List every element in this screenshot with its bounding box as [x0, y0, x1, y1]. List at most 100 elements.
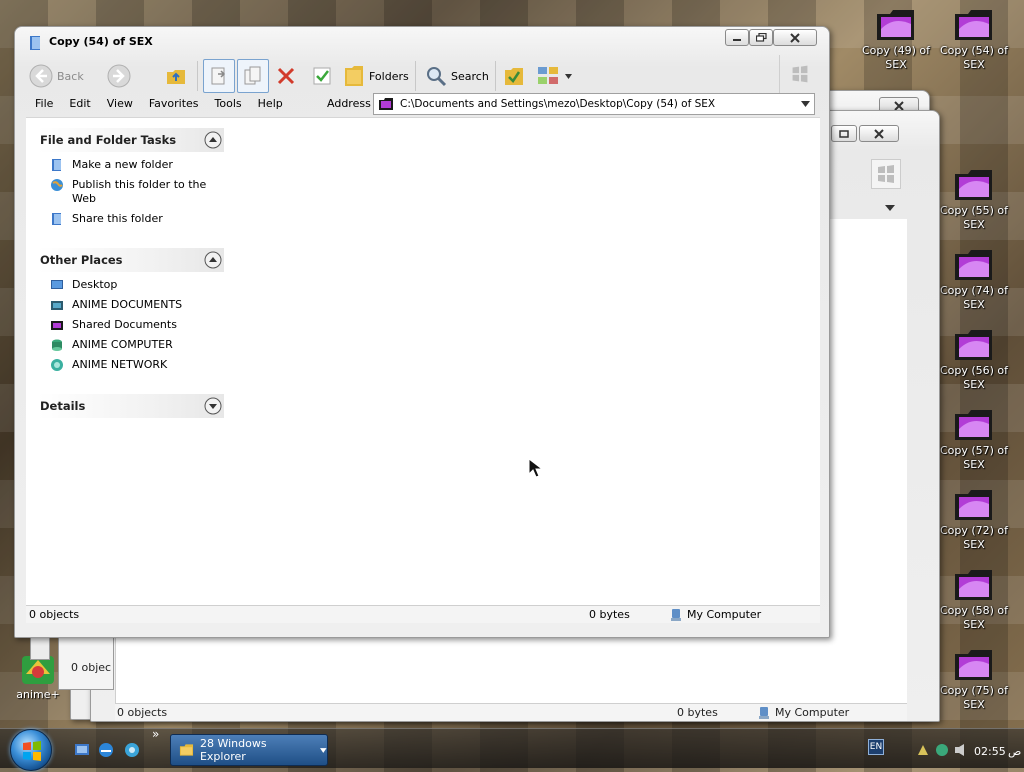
- collapse-chevron-icon[interactable]: [204, 131, 222, 149]
- folder-options-button[interactable]: [503, 59, 525, 93]
- folder-view[interactable]: File and Folder Tasks Make a new folder …: [26, 117, 820, 605]
- menu-help[interactable]: Help: [250, 97, 291, 113]
- place-anime-network-link[interactable]: ANIME NETWORK: [50, 358, 224, 372]
- windows-logo-icon: [779, 55, 819, 93]
- share-folder-link[interactable]: Share this folder: [50, 212, 224, 226]
- start-button[interactable]: [10, 729, 52, 771]
- minimize-button[interactable]: [725, 29, 749, 46]
- tray-volume-icon[interactable]: [954, 743, 970, 757]
- collapse-chevron-icon[interactable]: [204, 251, 222, 269]
- up-folder-button[interactable]: [165, 59, 187, 93]
- address-bar[interactable]: C:\Documents and Settings\mezo\Desktop\C…: [373, 93, 815, 115]
- desktop-icon-folder[interactable]: Copy (72) of SEX: [936, 484, 1012, 552]
- language-indicator[interactable]: EN: [868, 739, 884, 755]
- search-button[interactable]: Search: [425, 59, 489, 93]
- taskbar-button-label: 28 Windows Explorer: [199, 737, 267, 763]
- desktop-icon-folder[interactable]: Copy (54) of SEX: [936, 4, 1012, 72]
- title-bar[interactable]: Copy (54) of SEX: [15, 27, 829, 57]
- status-bar: 0 objects 0 bytes My Computer: [115, 703, 907, 721]
- desktop-icon-folder[interactable]: Copy (75) of SEX: [936, 644, 1012, 712]
- address-dropdown-button[interactable]: [796, 94, 814, 114]
- panel-header[interactable]: Other Places: [38, 248, 224, 272]
- panel-header[interactable]: File and Folder Tasks: [38, 128, 224, 152]
- move-to-button[interactable]: [203, 59, 235, 93]
- publish-to-web-link[interactable]: Publish this folder to the Web: [50, 178, 224, 206]
- purple-folder-icon: [955, 490, 992, 520]
- place-anime-computer-link[interactable]: ANIME COMPUTER: [50, 338, 224, 352]
- back-button[interactable]: Back: [29, 59, 84, 93]
- purple-folder-icon: [51, 321, 63, 330]
- clock-suffix: ص: [1008, 745, 1022, 758]
- desktop-icon-label: Copy (54) of SEX: [939, 44, 1009, 71]
- forward-arrow-icon: [107, 64, 131, 88]
- desktop-icon-folder[interactable]: Copy (57) of SEX: [936, 404, 1012, 472]
- tray-network-icon[interactable]: [934, 743, 950, 757]
- panel-header[interactable]: Details: [38, 394, 224, 418]
- status-size: 0 bytes: [589, 608, 630, 621]
- views-button[interactable]: [537, 59, 572, 93]
- address-label: Address: [327, 97, 371, 110]
- properties-button[interactable]: [311, 59, 333, 93]
- desktop-icon-label: Copy (57) of SEX: [939, 444, 1009, 471]
- share-folder-icon: [52, 213, 61, 225]
- quick-launch-show-desktop-icon[interactable]: [74, 742, 90, 758]
- menu-tools[interactable]: Tools: [207, 97, 250, 113]
- place-shared-documents-link[interactable]: Shared Documents: [50, 318, 224, 332]
- status-objects: 0 objec: [71, 661, 112, 674]
- desktop-icon-folder[interactable]: Copy (74) of SEX: [936, 244, 1012, 312]
- task-pane: File and Folder Tasks Make a new folder …: [38, 128, 224, 440]
- tray-arrow-icon[interactable]: [916, 743, 930, 757]
- details-panel: Details: [38, 394, 224, 418]
- new-folder-icon: [52, 159, 61, 171]
- place-desktop-link[interactable]: Desktop: [50, 278, 224, 292]
- menu-edit[interactable]: Edit: [61, 97, 98, 113]
- desktop-icon-folder[interactable]: Copy (56) of SEX: [936, 324, 1012, 392]
- restore-icon: [755, 33, 767, 42]
- panel-title: Details: [40, 399, 86, 413]
- quick-launch-messenger-icon[interactable]: [124, 742, 140, 758]
- status-objects: 0 objects: [29, 608, 80, 621]
- maximize-button[interactable]: [831, 125, 857, 142]
- taskbar-button-windows-explorer[interactable]: 28 Windows Explorer: [170, 734, 328, 766]
- desktop-icon-folder[interactable]: Copy (49) of SEX: [858, 4, 934, 72]
- file-folder-tasks-panel: File and Folder Tasks Make a new folder …: [38, 128, 224, 226]
- chevron-down-icon: [320, 747, 327, 753]
- delete-button[interactable]: [275, 59, 297, 93]
- place-anime-documents-link[interactable]: ANIME DOCUMENTS: [50, 298, 224, 312]
- explorer-window[interactable]: Copy (54) of SEX Back Folders Search Fil…: [14, 26, 830, 638]
- desktop-icon-folder[interactable]: Copy (58) of SEX: [936, 564, 1012, 632]
- folder-icon: [30, 36, 40, 50]
- status-bar: 0 objects 0 bytes My Computer: [26, 605, 820, 623]
- menu-view[interactable]: View: [99, 97, 141, 113]
- copy-to-button[interactable]: [237, 59, 269, 93]
- toolbar-separator: [197, 61, 198, 91]
- checkmark-icon: [313, 67, 331, 85]
- menu-favorites[interactable]: Favorites: [141, 97, 207, 113]
- status-zone: My Computer: [775, 706, 850, 719]
- forward-button[interactable]: [107, 59, 131, 93]
- close-button[interactable]: [859, 125, 899, 142]
- close-button[interactable]: [773, 29, 817, 46]
- toolbar-separator: [495, 61, 496, 91]
- quick-launch-overflow[interactable]: »: [152, 727, 159, 741]
- folders-button[interactable]: Folders: [343, 59, 409, 93]
- restore-button[interactable]: [749, 29, 773, 46]
- desktop-icon-folder[interactable]: Copy (55) of SEX: [936, 164, 1012, 232]
- close-icon: [874, 128, 884, 139]
- folder-icon: [179, 744, 194, 756]
- close-icon: [894, 100, 904, 111]
- expand-chevron-icon[interactable]: [204, 397, 222, 415]
- minimize-icon: [733, 38, 741, 41]
- make-new-folder-link[interactable]: Make a new folder: [50, 158, 224, 172]
- menu-file[interactable]: File: [27, 97, 61, 113]
- search-icon: [427, 67, 447, 87]
- clock-time[interactable]: 02:55: [974, 745, 1006, 758]
- address-dropdown-arrow[interactable]: [885, 199, 899, 217]
- move-to-icon: [211, 67, 226, 85]
- quick-launch-ie-icon[interactable]: [98, 742, 114, 758]
- desktop-icon-label: Copy (49) of SEX: [861, 44, 931, 71]
- search-label: Search: [451, 69, 489, 83]
- toolbar-separator: [415, 61, 416, 91]
- globe-icon: [51, 179, 63, 191]
- menu-bar: File Edit View Favorites Tools Help: [27, 97, 291, 113]
